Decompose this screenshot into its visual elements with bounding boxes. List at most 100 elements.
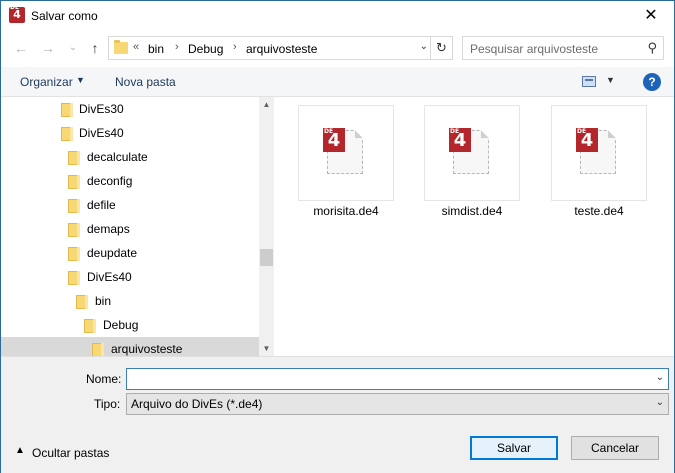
filetype-value: Arquivo do DivEs (*.de4) [131,397,263,411]
de4-file-icon: DE 4 [576,128,598,152]
file-name: teste.de4 [574,204,624,218]
tree-item-deconfig[interactable]: deconfig [1,169,259,193]
tree-item-debug[interactable]: Debug [1,313,259,337]
forward-button[interactable]: → [39,38,57,58]
breadcrumb-separator-icon[interactable]: › [233,41,237,53]
folder-icon [61,127,73,141]
help-icon[interactable]: ? [643,73,661,91]
window-title: Salvar como [31,9,98,23]
filetype-select[interactable]: Arquivo do DivEs (*.de4) ⌄ [126,393,669,415]
tree-item-decalculate[interactable]: decalculate [1,145,259,169]
recent-locations-button[interactable]: ⌄ [64,38,82,58]
de4-file-icon: DE 4 [449,128,471,152]
tree-item-label: deupdate [87,246,138,260]
tree-item-dives40[interactable]: DivEs40 [1,121,259,145]
folder-icon [92,343,104,356]
refresh-icon: ↻ [436,40,447,55]
tree-item-label: deconfig [87,174,133,188]
breadcrumb-debug[interactable]: Debug [188,42,223,56]
folder-icon [68,223,80,237]
refresh-button[interactable]: ↻ [430,37,452,59]
navigation-bar: ← → ⌄ ↑ « bin › Debug › arquivosteste ⌄ … [1,34,674,62]
search-icon: ⚲ [647,40,657,55]
filename-input[interactable]: ⌄ [126,368,669,390]
tree-item-label: bin [95,294,112,308]
tree-item-label: DivEs30 [79,102,124,116]
folder-icon [114,40,128,54]
view-caret-icon[interactable]: ▼ [606,75,615,85]
save-form: Nome: ⌄ Tipo: Arquivo do DivEs (*.de4) ⌄… [1,356,674,473]
organizar-menu-button[interactable]: Organizar [20,75,73,89]
title-bar: DE 4 Salvar como ✕ [1,1,674,31]
file-name: simdist.de4 [441,204,503,218]
tree-scrollbar[interactable]: ▲ ▼ [259,97,274,356]
tree-item-label: Debug [103,318,139,332]
up-button[interactable]: ↑ [86,38,104,58]
tree-item-dives40-sub[interactable]: DivEs40 [1,265,259,289]
tree-item-arquivosteste[interactable]: arquivosteste [1,337,259,356]
tree-item-deupdate[interactable]: deupdate [1,241,259,265]
scroll-down-icon[interactable]: ▼ [259,341,274,356]
file-list[interactable]: DE 4 morisita.de4 DE 4 simdist.de4 DE 4 … [274,97,674,356]
search-input[interactable]: Pesquisar arquivosteste ⚲ [462,36,664,60]
folder-icon [68,175,80,189]
view-options-icon[interactable] [582,76,596,87]
app-icon: DE 4 [9,4,25,23]
close-button[interactable]: ✕ [628,1,674,31]
scroll-up-icon[interactable]: ▲ [259,97,274,112]
tree-item-bin[interactable]: bin [1,289,259,313]
filetype-label: Tipo: [94,397,121,411]
folder-icon [61,103,73,117]
badge-prefix: DE [324,128,334,135]
breadcrumb-bin[interactable]: bin [148,42,164,56]
tree-item-demaps[interactable]: demaps [1,217,259,241]
file-thumbnail: DE 4 [298,105,394,201]
breadcrumb-separator-icon[interactable]: › [175,41,179,53]
chevron-up-icon[interactable]: ▲ [15,445,25,456]
tree-item-label: DivEs40 [79,126,124,140]
save-button[interactable]: Salvar [470,436,558,460]
folder-tree[interactable]: DivEs30 DivEs40 decalculate deconfig def… [1,97,259,356]
chevron-down-icon: ⌄ [655,397,664,408]
badge-prefix: DE [450,128,460,135]
folder-icon [68,271,80,285]
breadcrumb-arquivosteste[interactable]: arquivosteste [246,42,317,56]
hide-folders-button[interactable]: Ocultar pastas [32,446,109,460]
up-arrow-icon: ↑ [91,40,99,56]
file-thumbnail: DE 4 [424,105,520,201]
file-item-teste[interactable]: DE 4 teste.de4 [551,105,647,223]
filename-label: Nome: [86,372,122,386]
tree-item-label: DivEs40 [87,270,132,284]
app-icon-prefix: DE [10,4,20,11]
folder-icon [68,151,80,165]
close-icon: ✕ [644,7,658,24]
folder-icon [76,295,88,309]
tree-item-label: decalculate [87,150,148,164]
tree-item-dives30[interactable]: DivEs30 [1,97,259,121]
tree-item-label: arquivosteste [111,342,183,356]
file-item-simdist[interactable]: DE 4 simdist.de4 [424,105,520,223]
de4-file-icon: DE 4 [323,128,345,152]
save-as-dialog: DE 4 Salvar como ✕ ← → ⌄ ↑ « bin › Debug… [0,0,675,473]
command-toolbar: Organizar ▼ Nova pasta ▼ ? [1,67,674,97]
file-thumbnail: DE 4 [551,105,647,201]
folder-icon [68,247,80,261]
folder-icon [84,319,96,333]
breadcrumb-overflow-icon[interactable]: « [133,41,139,53]
cancel-button[interactable]: Cancelar [571,436,659,460]
caret-down-icon[interactable]: ▼ [76,75,85,85]
address-dropdown-icon[interactable]: ⌄ [420,41,428,52]
forward-arrow-icon: → [41,40,55,56]
badge-prefix: DE [577,128,587,135]
scroll-thumb[interactable] [260,249,273,266]
back-button[interactable]: ← [12,38,30,58]
new-folder-button[interactable]: Nova pasta [115,75,176,89]
file-item-morisita[interactable]: DE 4 morisita.de4 [298,105,394,223]
tree-item-defile[interactable]: defile [1,193,259,217]
back-arrow-icon: ← [14,40,28,56]
chevron-down-icon[interactable]: ⌄ [656,372,664,383]
address-bar[interactable]: « bin › Debug › arquivosteste ⌄ ↻ [108,36,453,60]
tree-item-label: defile [87,198,116,212]
search-placeholder: Pesquisar arquivosteste [470,42,599,56]
chevron-down-icon: ⌄ [68,42,78,53]
